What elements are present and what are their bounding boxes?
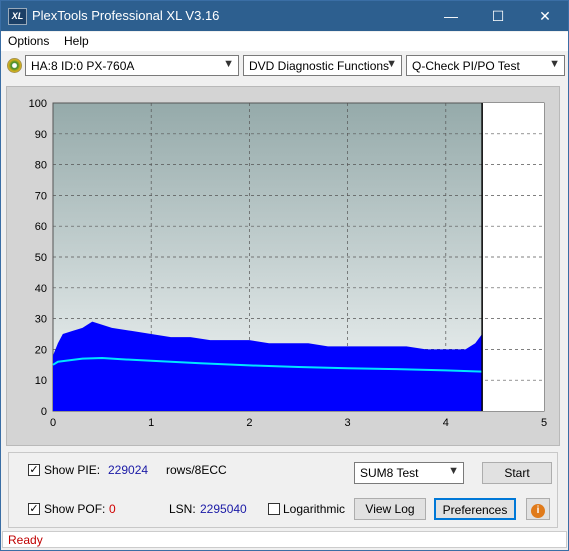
y-tick-label: 60 bbox=[35, 221, 47, 233]
status-bar: Ready bbox=[2, 531, 567, 548]
info-icon: i bbox=[531, 504, 545, 518]
rows-label: rows/8ECC bbox=[166, 463, 227, 477]
x-tick-label: 3 bbox=[345, 417, 351, 429]
chart-panel: 0 10 20 30 40 50 60 70 80 90 100 0 1 2 3 4 5 bbox=[6, 86, 560, 446]
x-tick-label: 0 bbox=[50, 417, 56, 429]
pof-value: 0 bbox=[109, 502, 116, 516]
toolbar: HA:8 ID:0 PX-760A ▼ DVD Diagnostic Funct… bbox=[1, 52, 568, 80]
app-window: XL PlexTools Professional XL V3.16 — ☐ ✕… bbox=[0, 0, 569, 551]
pi-po-chart: 0 10 20 30 40 50 60 70 80 90 100 0 1 2 3 4 5 bbox=[29, 98, 547, 429]
y-tick-label: 50 bbox=[35, 252, 47, 264]
drive-select[interactable]: HA:8 ID:0 PX-760A ▼ bbox=[25, 55, 239, 76]
sum8-test-select[interactable]: SUM8 Test ▼ bbox=[354, 462, 464, 484]
menu-options[interactable]: Options bbox=[8, 34, 49, 48]
show-pof-checkbox[interactable]: ✓ bbox=[28, 503, 40, 515]
y-tick-label: 30 bbox=[35, 314, 47, 326]
view-log-button[interactable]: View Log bbox=[354, 498, 426, 520]
chevron-down-icon: ▼ bbox=[448, 465, 459, 477]
show-pie-checkbox[interactable]: ✓ bbox=[28, 464, 40, 476]
function-select[interactable]: DVD Diagnostic Functions ▼ bbox=[243, 55, 402, 76]
lsn-label: LSN: bbox=[169, 502, 196, 516]
y-tick-label: 70 bbox=[35, 190, 47, 202]
sum8-test-value: SUM8 Test bbox=[360, 466, 419, 480]
function-select-value: DVD Diagnostic Functions bbox=[249, 59, 390, 73]
logarithmic-label: Logarithmic bbox=[283, 502, 346, 516]
y-tick-label: 0 bbox=[41, 406, 47, 418]
y-tick-label: 40 bbox=[35, 283, 47, 295]
lsn-value: 2295040 bbox=[200, 502, 247, 516]
close-button[interactable]: ✕ bbox=[522, 1, 568, 31]
start-button[interactable]: Start bbox=[482, 462, 552, 484]
menu-help[interactable]: Help bbox=[64, 34, 89, 48]
y-tick-label: 10 bbox=[35, 375, 47, 387]
app-logo-icon: XL bbox=[8, 8, 27, 25]
y-tick-label: 90 bbox=[35, 129, 47, 141]
y-tick-label: 20 bbox=[35, 344, 47, 356]
info-button[interactable]: i bbox=[526, 498, 550, 520]
logarithmic-checkbox[interactable] bbox=[268, 503, 280, 515]
status-text: Ready bbox=[8, 533, 43, 547]
y-tick-label: 80 bbox=[35, 160, 47, 172]
chevron-down-icon: ▼ bbox=[549, 58, 560, 70]
window-title: PlexTools Professional XL V3.16 bbox=[32, 8, 220, 23]
minimize-button[interactable]: — bbox=[428, 1, 474, 31]
maximize-button[interactable]: ☐ bbox=[475, 1, 521, 31]
test-select-value: Q-Check PI/PO Test bbox=[412, 59, 520, 73]
x-tick-label: 2 bbox=[246, 417, 252, 429]
chevron-down-icon: ▼ bbox=[386, 58, 397, 70]
x-tick-label: 1 bbox=[148, 417, 154, 429]
x-tick-label: 4 bbox=[443, 417, 449, 429]
pie-value: 229024 bbox=[108, 463, 149, 477]
drive-select-value: HA:8 ID:0 PX-760A bbox=[31, 59, 135, 73]
title-bar: XL PlexTools Professional XL V3.16 — ☐ ✕ bbox=[1, 1, 568, 31]
options-panel: ✓ Show PIE: 229024 rows/8ECC ✓ Show POF:… bbox=[8, 452, 558, 528]
y-tick-label: 100 bbox=[29, 98, 47, 110]
show-pie-label: Show PIE: bbox=[44, 463, 101, 477]
x-tick-label: 5 bbox=[541, 417, 547, 429]
disc-icon bbox=[7, 58, 22, 73]
menu-bar: Options Help bbox=[1, 32, 568, 51]
preferences-button[interactable]: Preferences bbox=[434, 498, 516, 520]
test-select[interactable]: Q-Check PI/PO Test ▼ bbox=[406, 55, 565, 76]
show-pof-label: Show POF: bbox=[44, 502, 106, 516]
chevron-down-icon: ▼ bbox=[223, 58, 234, 70]
